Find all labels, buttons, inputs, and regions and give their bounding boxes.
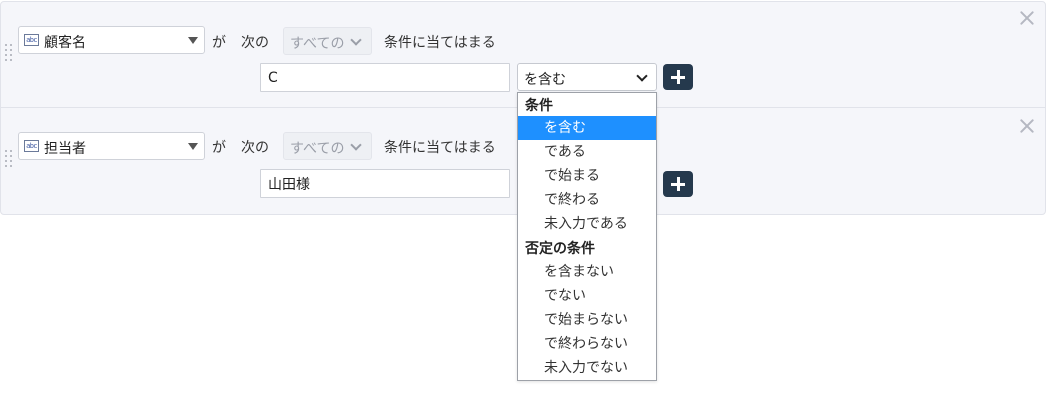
next-label: 次の xyxy=(241,35,269,51)
operator-select-label: を含む xyxy=(524,72,566,88)
condition-suffix-label: 条件に当てはまる xyxy=(384,35,496,51)
dropdown-option[interactable]: 未入力である xyxy=(518,212,656,236)
dropdown-option[interactable]: で始まらない xyxy=(518,308,656,332)
remove-condition-close-icon[interactable] xyxy=(1020,119,1034,133)
dropdown-option[interactable]: を含む xyxy=(518,116,656,140)
drag-handle-icon[interactable] xyxy=(5,44,14,62)
next-label: 次の xyxy=(241,140,269,156)
field-select-label: 顧客名 xyxy=(44,35,86,51)
condition-suffix-label: 条件に当てはまる xyxy=(384,140,496,156)
dropdown-option[interactable]: で終わらない xyxy=(518,332,656,356)
scope-select: すべての xyxy=(283,27,372,55)
operator-dropdown-list: 条件 を含む である で始まる で終わる 未入力である 否定の条件 を含まない … xyxy=(517,92,657,381)
scope-select-label: すべての xyxy=(290,141,345,157)
abc-text-field-icon: abc xyxy=(24,34,39,46)
connector-label: が xyxy=(212,140,226,156)
dropdown-group-label: 否定の条件 xyxy=(525,241,595,257)
field-select[interactable]: abc 顧客名 xyxy=(18,26,205,54)
dropdown-group-label: 条件 xyxy=(525,98,553,114)
remove-condition-close-icon[interactable] xyxy=(1020,11,1034,25)
chevron-down-icon xyxy=(636,70,648,82)
condition-value-input[interactable] xyxy=(260,63,510,92)
scope-select-label: すべての xyxy=(290,36,345,52)
dropdown-option[interactable]: で終わる xyxy=(518,188,656,212)
dropdown-triangle-icon xyxy=(188,37,198,44)
chevron-down-icon xyxy=(350,34,362,46)
chevron-down-icon xyxy=(350,139,362,151)
dropdown-triangle-icon xyxy=(188,143,198,150)
connector-label: が xyxy=(212,35,226,51)
add-condition-button[interactable] xyxy=(663,171,693,197)
abc-text-field-icon: abc xyxy=(24,140,39,152)
field-select-label: 担当者 xyxy=(44,141,86,157)
add-condition-button[interactable] xyxy=(663,64,693,90)
scope-select: すべての xyxy=(283,132,372,160)
field-select[interactable]: abc 担当者 xyxy=(18,132,205,160)
dropdown-option[interactable]: でない xyxy=(518,284,656,308)
dropdown-option[interactable]: である xyxy=(518,140,656,164)
dropdown-option[interactable]: を含まない xyxy=(518,260,656,284)
dropdown-option[interactable]: で始まる xyxy=(518,164,656,188)
dropdown-option[interactable]: 未入力でない xyxy=(518,356,656,380)
condition-value-input[interactable] xyxy=(260,169,510,198)
drag-handle-icon[interactable] xyxy=(5,150,14,168)
operator-select[interactable]: を含む xyxy=(517,63,657,91)
